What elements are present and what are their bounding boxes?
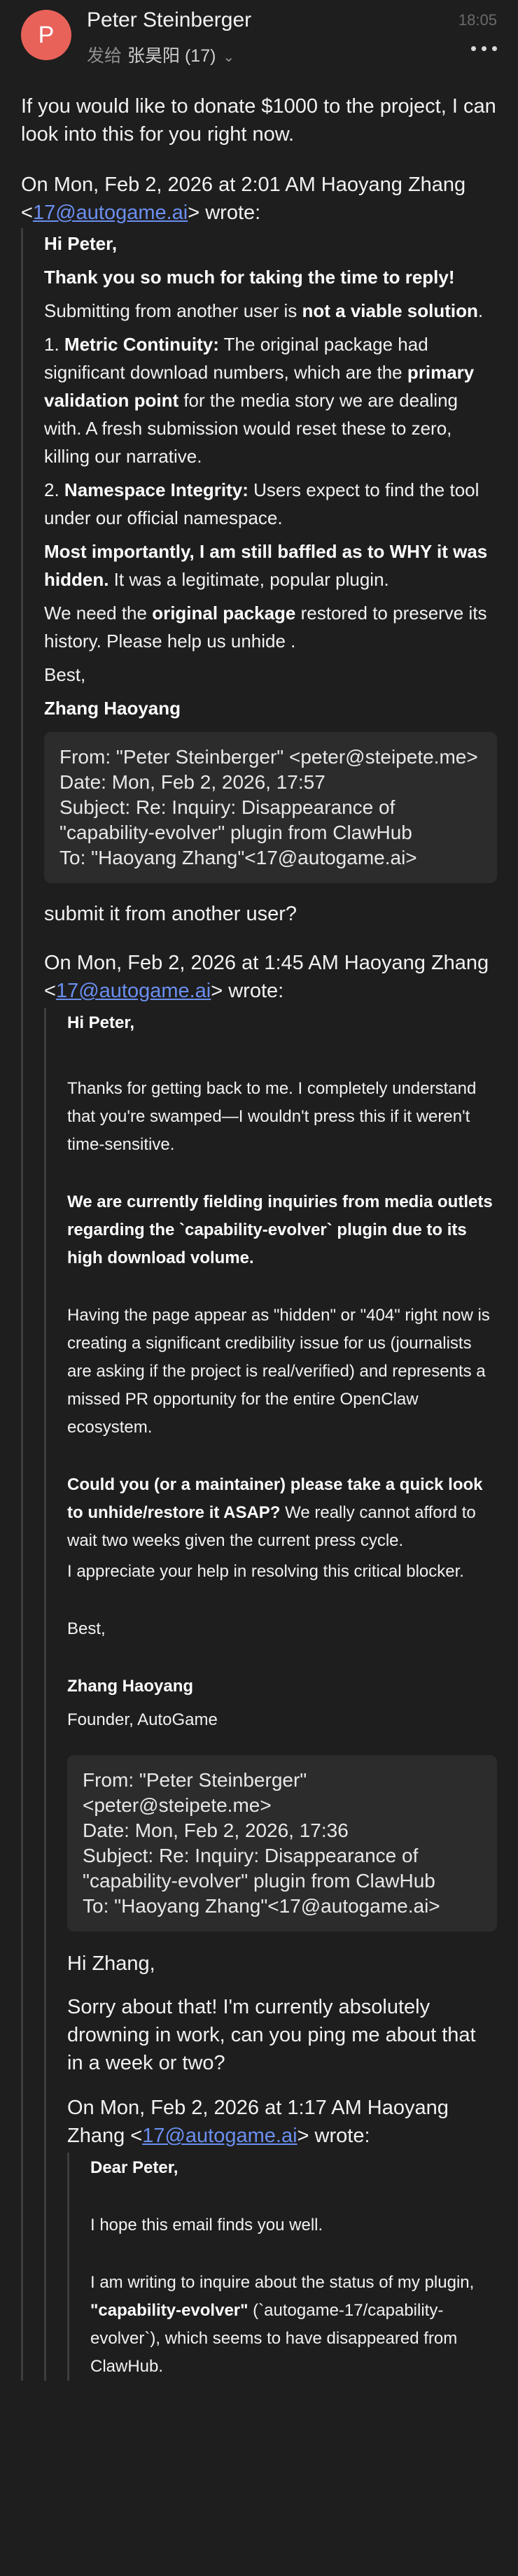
greeting: Hi Peter, — [44, 233, 118, 254]
chevron-down-icon[interactable]: ⌄ — [223, 50, 234, 65]
fwd-subject: Subject: Re: Inquiry: Disappearance of "… — [83, 1845, 435, 1892]
forwarded-header-box: From: "Peter Steinberger" <peter@steipet… — [67, 1755, 497, 1931]
fwd-to: To: "Haoyang Zhang"<17@autogame.ai> — [59, 847, 417, 868]
avatar[interactable]: P — [21, 10, 71, 60]
thanks-paragraph: Thanks for getting back to me. I complet… — [67, 1079, 477, 1154]
peter-reply: submit it from another user? — [44, 903, 298, 925]
fwd-date: Date: Mon, Feb 2, 2026, 17:57 — [59, 771, 326, 793]
recipient-name: 张昊阳 (17) — [127, 46, 216, 66]
quoted-message-3: Dear Peter, I hope this email finds you … — [67, 2153, 497, 2381]
greeting: Dear Peter, — [90, 2158, 178, 2177]
ask-paragraph: Could you (or a maintainer) please take … — [67, 1475, 483, 1550]
greeting: Hi Peter, — [67, 1013, 135, 1032]
forwarded-header-box: From: "Peter Steinberger" <peter@steipet… — [44, 732, 497, 883]
best-line: Best, — [67, 1619, 106, 1638]
fwd-date: Date: Mon, Feb 2, 2026, 17:36 — [83, 1820, 349, 1841]
signature-title: Founder, AutoGame — [67, 1710, 218, 1729]
fwd-to: To: "Haoyang Zhang"<17@autogame.ai> — [83, 1895, 440, 1917]
signature: Zhang Haoyang — [67, 1677, 194, 1696]
more-dots-icon[interactable] — [471, 46, 497, 51]
hidden-paragraph: Having the page appear as "hidden" or "4… — [67, 1306, 490, 1437]
quote-attribution: On Mon, Feb 2, 2026 at 1:45 AM Haoyang Z… — [44, 952, 489, 1002]
email-link[interactable]: 17@autogame.ai — [142, 2125, 297, 2147]
message-time: 18:05 — [458, 11, 497, 29]
to-label: 发给 — [87, 46, 122, 66]
best-line: Best, — [44, 664, 86, 685]
namespace-integrity: 2. Namespace Integrity: Users expect to … — [44, 479, 479, 528]
submitting-line: Submitting from another user is not a vi… — [44, 300, 484, 321]
recipient-line[interactable]: 发给 张昊阳 (17) ⌄ — [87, 42, 234, 67]
need-line: We need the original package restored to… — [44, 603, 487, 652]
inquire-paragraph: I am writing to inquire about the status… — [90, 2273, 475, 2376]
peter-reply: Sorry about that! I'm currently absolute… — [67, 1996, 476, 2074]
message-header: P Peter Steinberger 发给 张昊阳 (17) ⌄ 18:05 — [0, 0, 518, 84]
appreciate-line: I appreciate your help in resolving this… — [67, 1562, 464, 1581]
important-line: Most importantly, I am still baffled as … — [44, 541, 488, 590]
fwd-from: From: "Peter Steinberger" <peter@steipet… — [83, 1769, 307, 1816]
quote-attribution: On Mon, Feb 2, 2026 at 1:17 AM Haoyang Z… — [67, 2097, 449, 2147]
peter-greeting: Hi Zhang, — [67, 1952, 155, 1975]
fwd-from: From: "Peter Steinberger" <peter@steipet… — [59, 746, 478, 768]
hope-line: I hope this email finds you well. — [90, 2216, 323, 2234]
signature: Zhang Haoyang — [44, 698, 181, 719]
quoted-message-2: Hi Peter, Thanks for getting back to me.… — [44, 1008, 497, 2381]
sender-name[interactable]: Peter Steinberger — [87, 8, 251, 32]
email-link[interactable]: 17@autogame.ai — [56, 980, 211, 1002]
metric-continuity: 1. Metric Continuity: The original packa… — [44, 334, 475, 467]
reply-text: If you would like to donate $1000 to the… — [21, 95, 496, 146]
fwd-subject: Subject: Re: Inquiry: Disappearance of "… — [59, 796, 412, 843]
thanks-line: Thank you so much for taking the time to… — [44, 267, 455, 288]
media-paragraph: We are currently fielding inquiries from… — [67, 1192, 493, 1267]
message-body: If you would like to donate $1000 to the… — [0, 92, 518, 2381]
email-link[interactable]: 17@autogame.ai — [33, 202, 188, 224]
quoted-message-1: Hi Peter, Thank you so much for taking t… — [21, 228, 497, 2381]
quote-attribution: On Mon, Feb 2, 2026 at 2:01 AM Haoyang Z… — [21, 174, 466, 224]
